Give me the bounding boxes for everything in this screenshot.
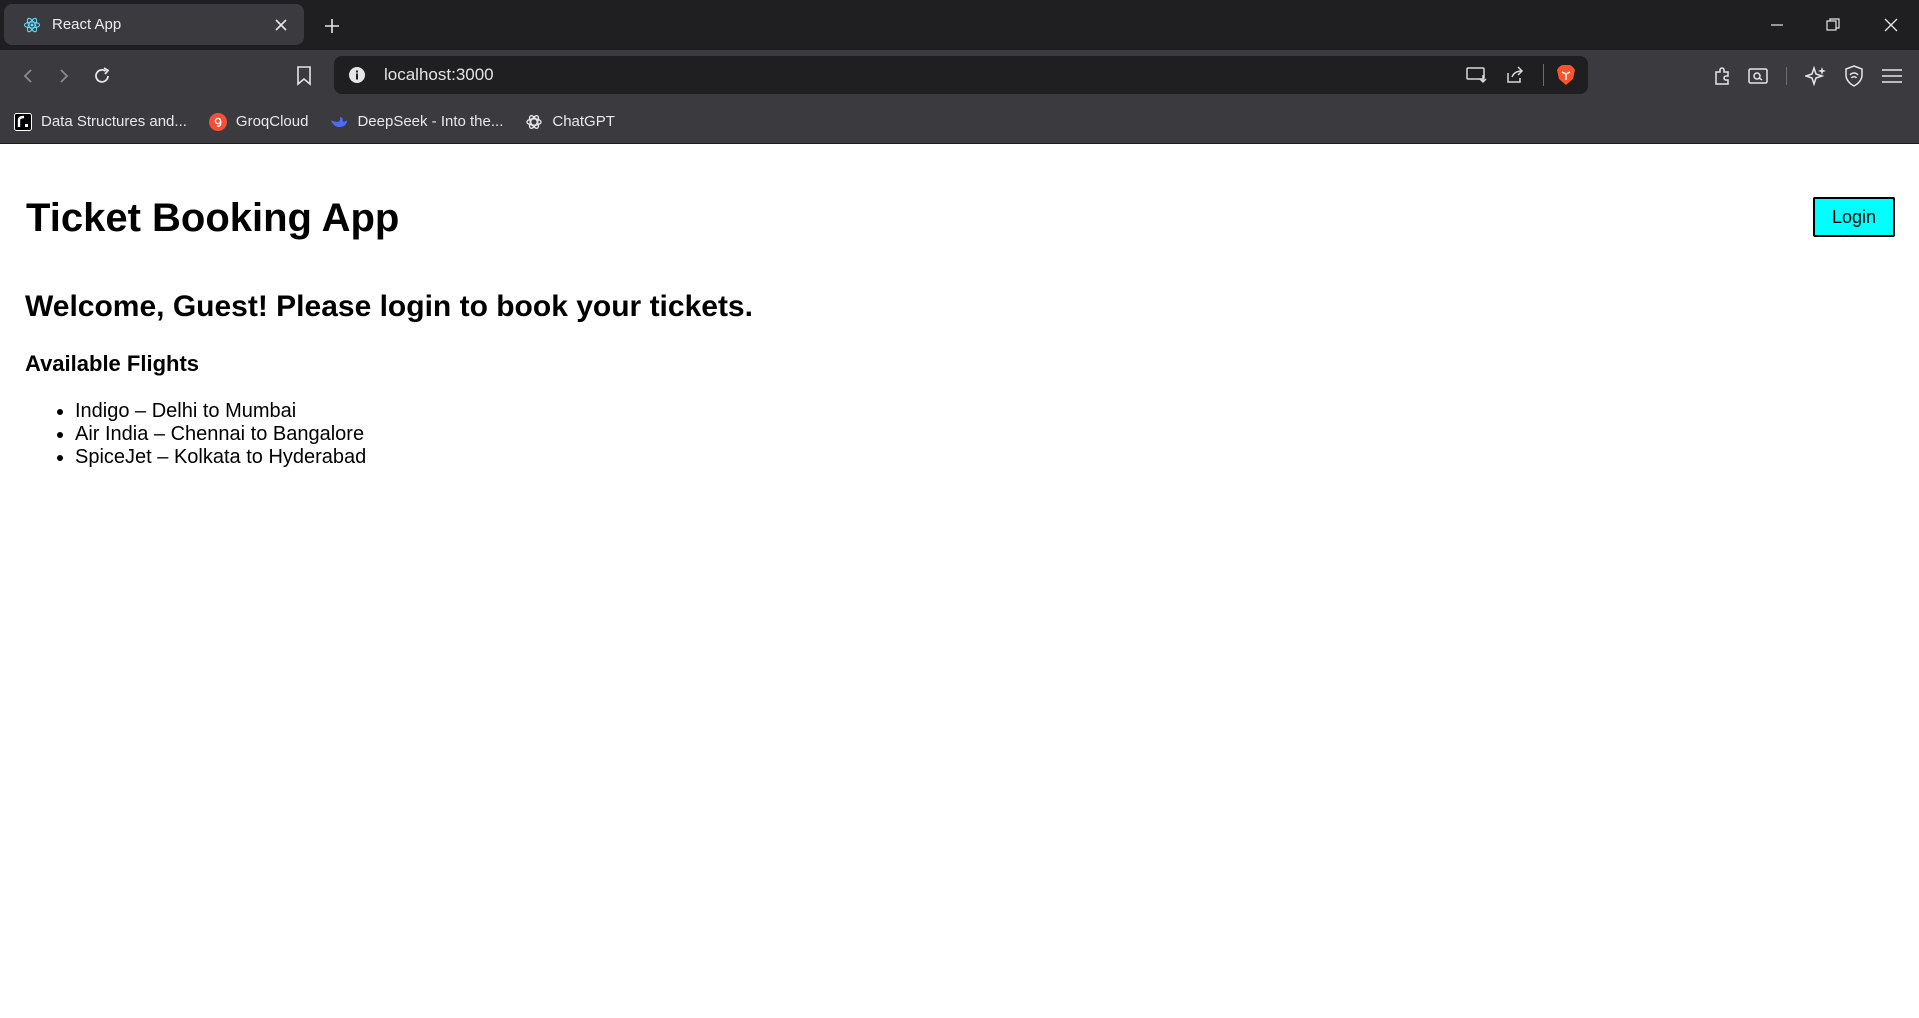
welcome-message: Welcome, Guest! Please login to book you… (25, 290, 753, 323)
reload-icon[interactable] (86, 60, 118, 92)
share-icon[interactable] (1499, 59, 1531, 91)
tab-react-app[interactable]: React App (4, 4, 304, 45)
page-content: Ticket Booking App Login Welcome, Guest!… (0, 144, 1919, 1017)
groq-logo-icon (208, 112, 227, 131)
bookmark-data-structures[interactable]: Data Structures and... (14, 112, 187, 131)
vpn-shield-icon[interactable] (1838, 60, 1870, 92)
restore-icon[interactable] (1810, 0, 1856, 50)
reader-mode-icon[interactable] (1742, 60, 1774, 92)
divider (1543, 64, 1544, 86)
flights-list: Indigo – Delhi to Mumbai Air India – Che… (75, 400, 366, 469)
minimize-icon[interactable] (1754, 0, 1800, 50)
tab-title: React App (52, 16, 122, 33)
bookmark-label: ChatGPT (552, 113, 615, 130)
flights-heading: Available Flights (25, 351, 200, 376)
back-arrow-icon[interactable] (12, 60, 44, 92)
login-button[interactable]: Login (1813, 197, 1895, 237)
flight-item: Indigo – Delhi to Mumbai (75, 400, 366, 423)
openai-logo-icon (525, 113, 543, 131)
brave-shields-icon[interactable] (1550, 59, 1582, 91)
bookmark-icon[interactable] (288, 60, 320, 92)
new-tab-plus-icon[interactable] (318, 12, 346, 40)
install-app-icon[interactable] (1461, 59, 1493, 91)
close-window-icon[interactable] (1868, 0, 1914, 50)
bookmark-label: Data Structures and... (41, 113, 187, 130)
site-info-icon[interactable] (346, 64, 368, 86)
bookmark-deepseek[interactable]: DeepSeek - Into the... (330, 113, 503, 131)
tab-strip: React App (0, 0, 1919, 50)
browser-window: React App localhost:3000 Data Structures… (0, 0, 1919, 1017)
address-bar[interactable]: localhost:3000 (334, 56, 1588, 94)
deepseek-logo-icon (330, 113, 348, 131)
menu-hamburger-icon[interactable] (1876, 60, 1908, 92)
app-title: Ticket Booking App (26, 196, 400, 240)
react-atom-icon (22, 15, 42, 35)
leo-ai-sparkle-icon[interactable] (1800, 60, 1832, 92)
bookmark-groqcloud[interactable]: GroqCloud (208, 112, 309, 131)
url-text[interactable]: localhost:3000 (384, 65, 1461, 85)
toolbar: localhost:3000 (0, 50, 1919, 100)
bookmark-chatgpt[interactable]: ChatGPT (525, 113, 615, 131)
flight-item: Air India – Chennai to Bangalore (75, 423, 366, 446)
extensions-puzzle-icon[interactable] (1706, 60, 1738, 92)
bookmark-label: GroqCloud (235, 113, 309, 130)
forward-arrow-icon[interactable] (48, 60, 80, 92)
divider (1786, 67, 1787, 85)
bookmark-label: DeepSeek - Into the... (357, 113, 504, 130)
close-tab-icon[interactable] (270, 14, 292, 36)
flight-item: SpiceJet – Kolkata to Hyderabad (75, 446, 366, 469)
r-logo-icon (14, 112, 32, 131)
bookmarks-bar: Data Structures and... GroqCloud DeepSee… (0, 100, 1919, 144)
